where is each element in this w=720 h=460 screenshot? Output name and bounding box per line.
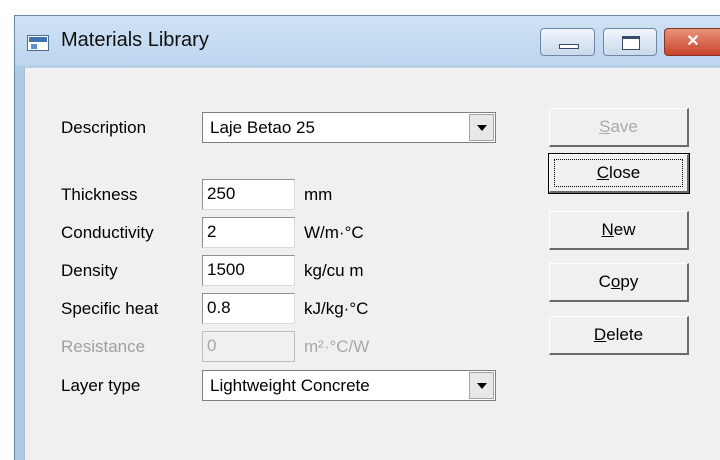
description-combo[interactable]: Laje Betao 25 — [202, 112, 496, 143]
save-mnemonic: S — [599, 117, 611, 136]
delete-label: elete — [606, 325, 644, 344]
title-bar[interactable]: Materials Library ✕ — [15, 16, 720, 66]
copy-label: py — [620, 272, 639, 291]
app-window-icon[interactable] — [27, 35, 49, 51]
specific-heat-label: Specific heat — [61, 299, 159, 318]
copy-prefix: C — [598, 272, 611, 291]
conductivity-unit: W/m·°C — [304, 223, 364, 242]
conductivity-field[interactable]: 2 — [202, 217, 295, 248]
save-label: ave — [610, 117, 638, 136]
resistance-field: 0 — [202, 331, 295, 362]
conductivity-label: Conductivity — [61, 223, 154, 242]
minimize-button[interactable] — [540, 28, 595, 56]
maximize-icon — [622, 36, 640, 50]
description-label: Description — [61, 118, 147, 137]
specific-heat-unit: kJ/kg·°C — [304, 299, 369, 318]
window-title: Materials Library — [61, 29, 209, 51]
materials-library-window: Materials Library ✕ Description Laje Bet… — [14, 15, 720, 460]
description-value: Laje Betao 25 — [210, 118, 315, 137]
thickness-unit: mm — [304, 185, 333, 204]
save-button: Save — [549, 108, 689, 147]
new-button[interactable]: New — [549, 211, 689, 250]
close-window-button[interactable]: ✕ — [664, 28, 720, 56]
close-mnemonic: C — [596, 163, 610, 182]
density-field[interactable]: 1500 — [202, 255, 295, 286]
new-mnemonic: N — [601, 220, 614, 239]
thickness-label: Thickness — [61, 185, 138, 204]
copy-button[interactable]: Copy — [549, 263, 689, 302]
copy-mnemonic: o — [610, 272, 621, 291]
specific-heat-field[interactable]: 0.8 — [202, 293, 295, 324]
minimize-icon — [559, 44, 579, 49]
resistance-label: Resistance — [61, 337, 146, 356]
chevron-down-icon[interactable] — [469, 114, 494, 141]
maximize-button[interactable] — [603, 28, 657, 56]
thickness-field[interactable]: 250 — [202, 179, 295, 210]
layer-type-value: Lightweight Concrete — [210, 376, 370, 395]
delete-mnemonic: D — [593, 325, 607, 344]
layer-type-combo[interactable]: Lightweight Concrete — [202, 370, 496, 401]
density-unit: kg/cu m — [304, 261, 364, 280]
dialog-body: Description Laje Betao 25 Thickness 250 … — [24, 67, 720, 460]
close-icon: ✕ — [686, 33, 700, 50]
delete-button[interactable]: Delete — [549, 316, 689, 355]
new-label: ew — [613, 220, 636, 239]
chevron-down-icon[interactable] — [469, 372, 494, 399]
resistance-unit: m²·°C/W — [304, 337, 370, 356]
density-label: Density — [61, 261, 118, 280]
close-label: lose — [609, 163, 641, 182]
layer-type-label: Layer type — [61, 376, 141, 395]
close-button[interactable]: Close — [548, 153, 690, 194]
